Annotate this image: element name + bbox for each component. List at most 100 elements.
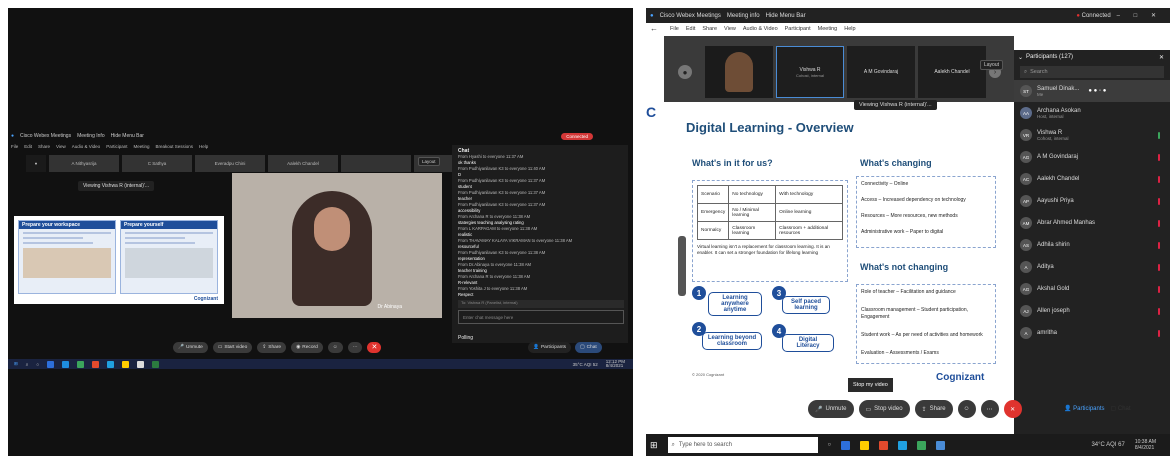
participant-row[interactable]: ST Samuel Dinak... Me ● ● ◦ ● — [1014, 80, 1170, 102]
left-end-call-button[interactable]: ✕ — [367, 341, 382, 353]
right-self-video[interactable] — [705, 46, 773, 98]
participant-row[interactable]: VR Vishwa R Cohost, internal — [1014, 124, 1170, 146]
webex-logo-icon: ● — [650, 12, 654, 19]
participant-row[interactable]: AM Abrar Ahmed Manhas — [1014, 212, 1170, 234]
left-tile-1[interactable]: C Sathya — [122, 155, 192, 172]
collapse-icon[interactable]: ⌄ — [1018, 54, 1023, 61]
participant-row[interactable]: A amritha — [1014, 322, 1170, 344]
left-menu-audio[interactable]: Audio & Video — [72, 144, 100, 149]
left-share-button[interactable]: ⇪ Share — [257, 341, 287, 353]
left-menu-meeting[interactable]: Meeting — [133, 144, 149, 149]
taskbar-app-icon[interactable] — [92, 360, 100, 368]
window-controls[interactable]: – □ ✕ — [1117, 12, 1162, 19]
left-hide-menu[interactable]: Hide Menu Bar — [111, 133, 144, 139]
left-reactions-button[interactable]: ☺ — [327, 341, 343, 353]
left-menu-help[interactable]: Help — [199, 144, 208, 149]
right-hide-menu[interactable]: Hide Menu Bar — [766, 13, 806, 19]
right-unmute-button[interactable]: 🎤 Unmute — [808, 400, 854, 418]
right-tray-weather[interactable]: 34°C AQI 67 — [1091, 442, 1124, 448]
taskbar-app-icon[interactable] — [152, 360, 160, 368]
left-chat-button[interactable]: ▢ Chat — [575, 341, 602, 353]
taskbar-app-icon[interactable] — [62, 360, 70, 368]
left-participants-button[interactable]: 👤 Participants — [528, 341, 572, 353]
participant-row[interactable]: AG A M Govindaraj — [1014, 146, 1170, 168]
right-participants-button[interactable]: 👤 Participants — [1064, 405, 1105, 412]
taskbar-app-icon[interactable] — [122, 360, 130, 368]
participant-actions-icon[interactable]: ● ● ◦ ● — [1088, 88, 1106, 94]
right-menu-participant[interactable]: Participant — [785, 26, 811, 32]
left-more-button[interactable]: ⋯ — [347, 341, 363, 353]
annotation-toolbar[interactable] — [678, 236, 686, 296]
left-meeting-info[interactable]: Meeting Info — [77, 133, 105, 139]
right-menu-meeting[interactable]: Meeting — [818, 26, 838, 32]
left-tile-3[interactable]: Aalekh Chandel — [268, 155, 338, 172]
left-unmute-button[interactable]: 🎤 Unmute — [173, 341, 208, 353]
participant-row[interactable]: AJ Allen joseph — [1014, 300, 1170, 322]
left-tray-clock[interactable]: 12:12 PM 8/4/2021 — [606, 359, 625, 368]
taskbar-app-icon[interactable] — [860, 440, 870, 450]
mic-muted-icon — [1158, 285, 1160, 293]
right-stop-video-button[interactable]: ▭ Stop video — [858, 400, 910, 418]
left-start-video-button[interactable]: ▭ Start video — [212, 341, 253, 353]
left-strip-prev-icon[interactable]: ● — [26, 155, 46, 172]
windows-start-icon[interactable]: ⊞ — [650, 440, 658, 451]
left-chat-recipient[interactable]: To: Vishwa R (Panelist, internal) — [458, 300, 624, 308]
right-chat-button[interactable]: ▢ Chat — [1111, 405, 1131, 412]
taskbar-app-icon[interactable] — [879, 440, 889, 450]
search-icon[interactable]: ⌕ — [26, 362, 29, 367]
close-panel-icon[interactable]: ✕ — [1159, 54, 1164, 61]
left-menu-view[interactable]: View — [56, 144, 66, 149]
taskbar-app-icon[interactable] — [47, 360, 55, 368]
left-record-button[interactable]: ◉ Record — [291, 341, 323, 353]
left-menu-share[interactable]: Share — [38, 144, 50, 149]
left-layout-button[interactable]: Layout — [418, 157, 440, 166]
right-menu-file[interactable]: File — [670, 26, 679, 32]
taskbar-app-icon[interactable] — [77, 360, 85, 368]
left-tile-0[interactable]: A Nithyasrija — [49, 155, 119, 172]
task-view-icon[interactable]: ○ — [36, 362, 39, 367]
participant-row[interactable]: AA Archana Asokan Host, internal — [1014, 102, 1170, 124]
right-strip-prev-icon[interactable]: ● — [678, 65, 692, 79]
task-view-icon[interactable]: ○ — [828, 442, 832, 448]
right-menu-help[interactable]: Help — [844, 26, 855, 32]
participant-row[interactable]: AC Aalekh Chandel — [1014, 168, 1170, 190]
taskbar-app-icon[interactable] — [936, 440, 946, 450]
right-meeting-info[interactable]: Meeting info — [727, 13, 760, 19]
left-menu-file[interactable]: File — [11, 144, 18, 149]
right-more-button[interactable]: ⋯ — [980, 400, 999, 418]
participant-row[interactable]: AS Adhila shirin — [1014, 234, 1170, 256]
right-tray-clock[interactable]: 10:38 AM 8/4/2021 — [1135, 439, 1156, 451]
participant-row[interactable]: AP Aayushi Priya — [1014, 190, 1170, 212]
back-arrow-icon[interactable]: ← — [650, 24, 658, 33]
right-menu-view[interactable]: View — [724, 26, 736, 32]
right-end-call-button[interactable]: ✕ — [1003, 400, 1022, 418]
right-reactions-button[interactable]: ☺ — [957, 400, 976, 418]
participants-search-input[interactable]: ⌕ Search — [1020, 66, 1164, 78]
right-share-button[interactable]: ⇪ Share — [914, 400, 953, 418]
taskbar-app-icon[interactable] — [137, 360, 145, 368]
left-tile-2[interactable]: Everadpu Chini — [195, 155, 265, 172]
right-tile-0[interactable]: Vishwa R Cohost, internal — [776, 46, 844, 98]
left-menu-participant[interactable]: Participant — [106, 144, 127, 149]
left-tray-weather[interactable]: 35°C AQI 52 — [573, 362, 598, 367]
windows-start-icon[interactable]: ⊞ — [14, 361, 18, 367]
left-chat-input[interactable]: Enter chat message here — [458, 310, 624, 324]
right-layout-button[interactable]: Layout — [980, 60, 1004, 70]
right-tile-2[interactable]: Aalekh Chandel — [918, 46, 986, 98]
taskbar-search-box[interactable]: ⌕ Type here to search — [667, 437, 818, 453]
taskbar-app-icon[interactable] — [107, 360, 115, 368]
right-menu-share[interactable]: Share — [702, 26, 717, 32]
left-menu-edit[interactable]: Edit — [24, 144, 32, 149]
taskbar-app-icon[interactable] — [917, 440, 927, 450]
participant-row[interactable]: AG Akshal Gold — [1014, 278, 1170, 300]
participant-row[interactable]: A Aditya — [1014, 256, 1170, 278]
right-tile-1[interactable]: A M Govindaraj — [847, 46, 915, 98]
left-connected-badge[interactable]: Connected — [561, 132, 593, 140]
right-menu-edit[interactable]: Edit — [686, 26, 695, 32]
left-tile-4[interactable] — [341, 155, 411, 172]
taskbar-app-icon[interactable] — [841, 440, 851, 450]
right-menu-audio[interactable]: Audio & Video — [743, 26, 778, 32]
left-menu-breakout[interactable]: Breakout Sessions — [155, 144, 193, 149]
right-connected-label[interactable]: ● Connected — [1076, 13, 1110, 19]
taskbar-app-icon[interactable] — [898, 440, 908, 450]
